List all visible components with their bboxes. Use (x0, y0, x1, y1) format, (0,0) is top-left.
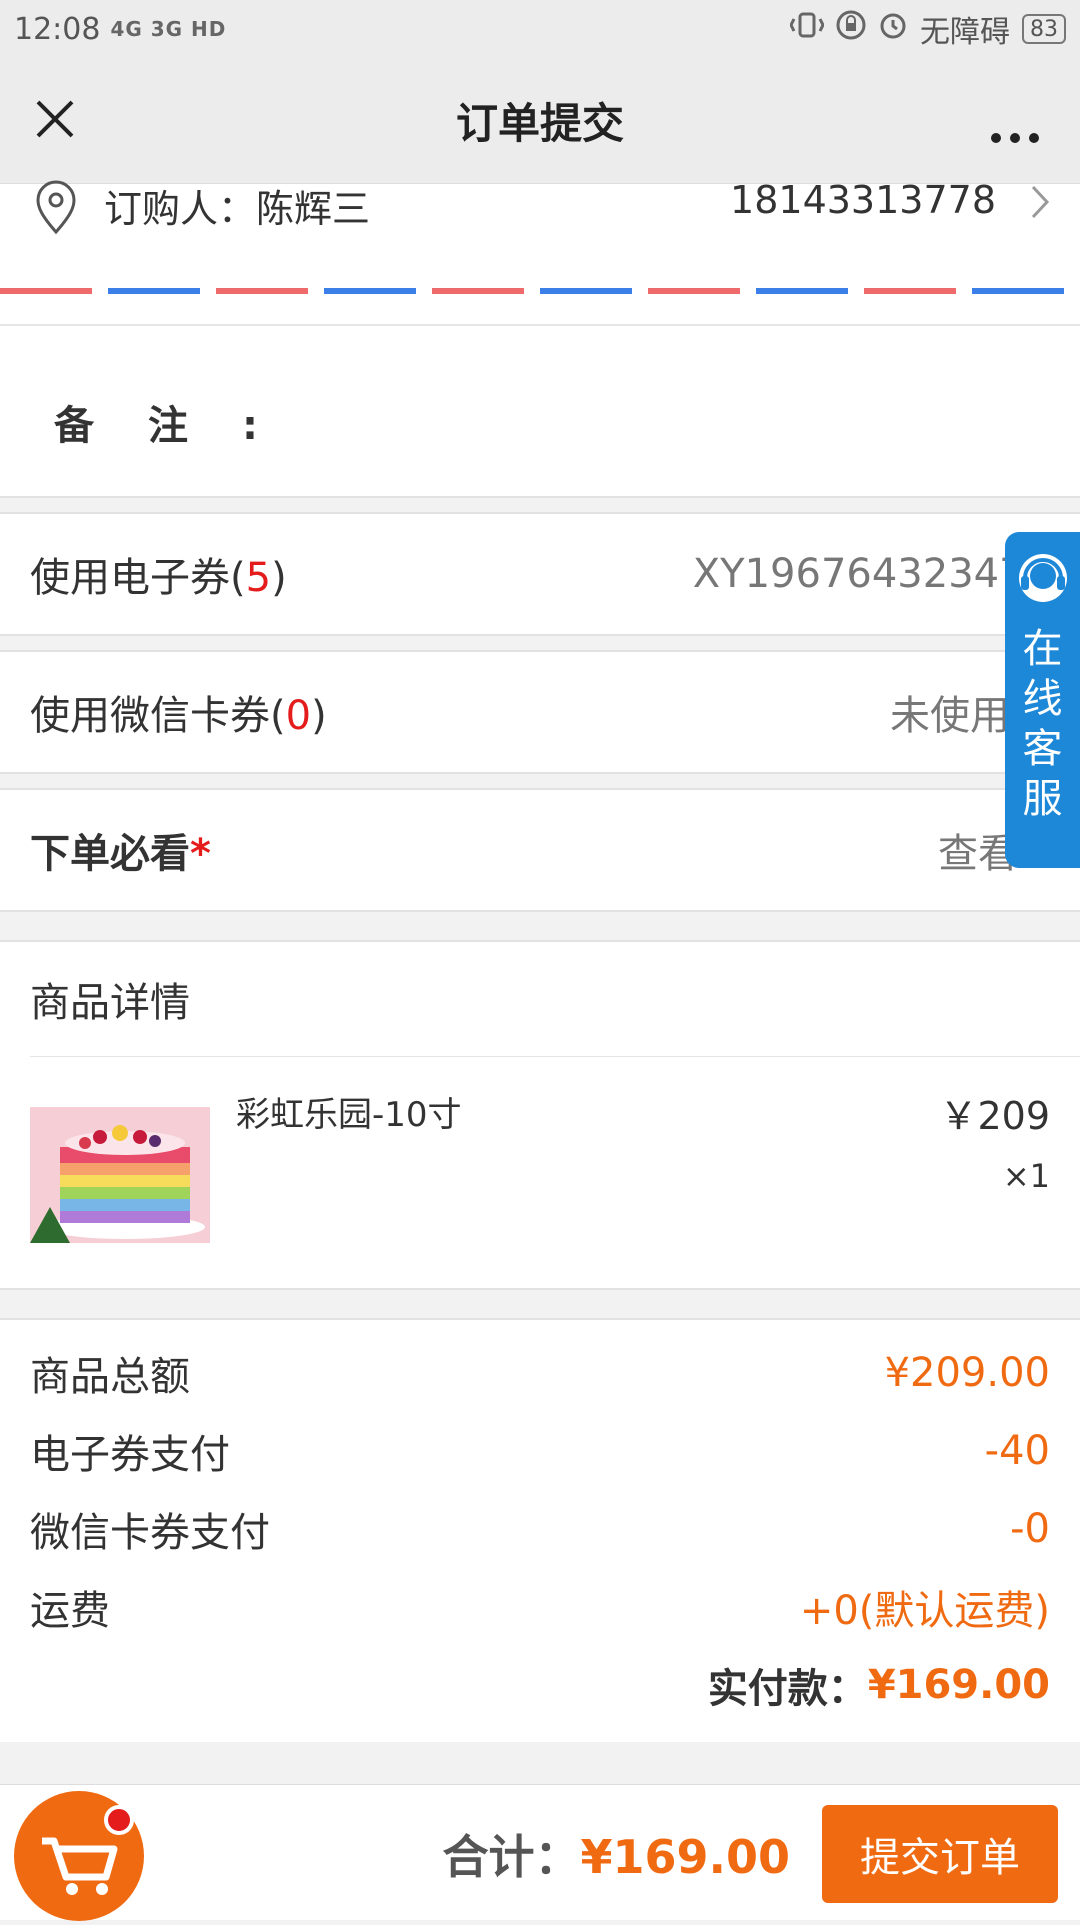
nav-bar: 订单提交 (0, 58, 1080, 184)
product-quantity: ×1 (1002, 1157, 1050, 1195)
divider (0, 910, 1080, 942)
location-pin-icon (32, 180, 80, 236)
submit-order-button[interactable]: 提交订单 (822, 1805, 1058, 1903)
signal-icon: 4G 3G HD (110, 17, 227, 41)
must-read-label: 下单必看* (30, 831, 211, 877)
goods-section: 商品详情 彩虹乐园-10寸 ￥209 ×1 (0, 942, 1080, 1288)
required-star: * (190, 831, 211, 877)
close-icon[interactable] (32, 96, 78, 142)
remark-label: 备注: (54, 403, 312, 449)
page-title: 订单提交 (455, 99, 624, 148)
bottom-bar: 合计：¥169.00 提交订单 (0, 1784, 1080, 1921)
wechat-coupon-value: 未使用 (890, 693, 1010, 739)
battery-icon: 83 (1022, 14, 1066, 44)
online-service-label: 在线客服 (1022, 626, 1063, 822)
buyer-phone: 18143313778 (730, 178, 996, 222)
summary-value: -40 (984, 1428, 1050, 1474)
lock-icon (836, 10, 866, 48)
goods-header: 商品详情 (30, 980, 190, 1026)
divider (0, 496, 1080, 514)
divider (0, 324, 1080, 348)
grand-total: 合计：¥169.00 (442, 1821, 790, 1887)
summary-row: 电子券支付 -40 (30, 1412, 1050, 1490)
actual-payment: 实付款： ¥169.00 (30, 1646, 1050, 1724)
grand-total-value: ¥169.00 (580, 1830, 790, 1884)
grand-total-label: 合计： (442, 1830, 581, 1884)
actual-payment-value: ¥169.00 (867, 1662, 1050, 1708)
alarm-icon (878, 10, 908, 48)
product-image (30, 1107, 210, 1243)
status-bar: 12:08 4G 3G HD 无障碍 83 (0, 0, 1080, 58)
ecoupon-value: XY196764323477 (692, 551, 1050, 597)
divider (0, 772, 1080, 790)
vibrate-icon (789, 10, 825, 48)
divider (0, 1288, 1080, 1320)
headset-icon (1015, 550, 1071, 614)
ecoupon-row[interactable]: 使用电子券(5) XY196764323477 (0, 514, 1080, 634)
accessibility-text: 无障碍 (920, 15, 1010, 50)
clock: 12:08 (14, 11, 101, 47)
price-summary: 商品总额 ¥209.00 电子券支付 -40 微信卡券支付 -0 运费 +0(默… (0, 1320, 1080, 1742)
actual-payment-label: 实付款： (707, 1666, 868, 1712)
summary-row: 商品总额 ¥209.00 (30, 1334, 1050, 1412)
summary-value: -0 (1010, 1506, 1050, 1552)
wechat-coupon-label: 使用微信卡券(0) (30, 693, 327, 739)
ecoupon-count: 5 (245, 555, 272, 601)
more-icon[interactable] (990, 108, 1040, 154)
product-name: 彩虹乐园-10寸 (236, 1095, 462, 1135)
product-price: ￥209 (939, 1094, 1050, 1138)
summary-row: 微信卡券支付 -0 (30, 1490, 1050, 1568)
summary-label: 运费 (30, 1588, 110, 1634)
chevron-right-icon (1030, 184, 1050, 230)
wechat-coupon-row[interactable]: 使用微信卡券(0) 未使用 (0, 652, 1080, 772)
address-card[interactable]: 订购人：陈辉三 18143313778 (0, 178, 1080, 324)
divider (0, 634, 1080, 652)
wechat-coupon-count: 0 (285, 693, 312, 739)
airmail-border (0, 288, 1080, 294)
summary-label: 商品总额 (30, 1354, 190, 1400)
summary-value: +0(默认运费) (799, 1588, 1050, 1634)
ecoupon-label: 使用电子券(5) (30, 555, 287, 601)
remark-field[interactable]: 备注: (0, 348, 1080, 496)
summary-value: ¥209.00 (884, 1350, 1050, 1396)
cart-badge (104, 1805, 134, 1835)
summary-row: 运费 +0(默认运费) (30, 1568, 1050, 1646)
summary-label: 电子券支付 (30, 1432, 230, 1478)
cart-button[interactable] (14, 1791, 144, 1921)
buyer-name: 订购人：陈辉三 (104, 187, 371, 231)
must-read-row[interactable]: 下单必看* 查看 (0, 790, 1080, 910)
online-service-button[interactable]: 在线客服 (1005, 532, 1080, 868)
summary-label: 微信卡券支付 (30, 1510, 270, 1556)
goods-item[interactable]: 彩虹乐园-10寸 ￥209 ×1 (30, 1056, 1080, 1288)
